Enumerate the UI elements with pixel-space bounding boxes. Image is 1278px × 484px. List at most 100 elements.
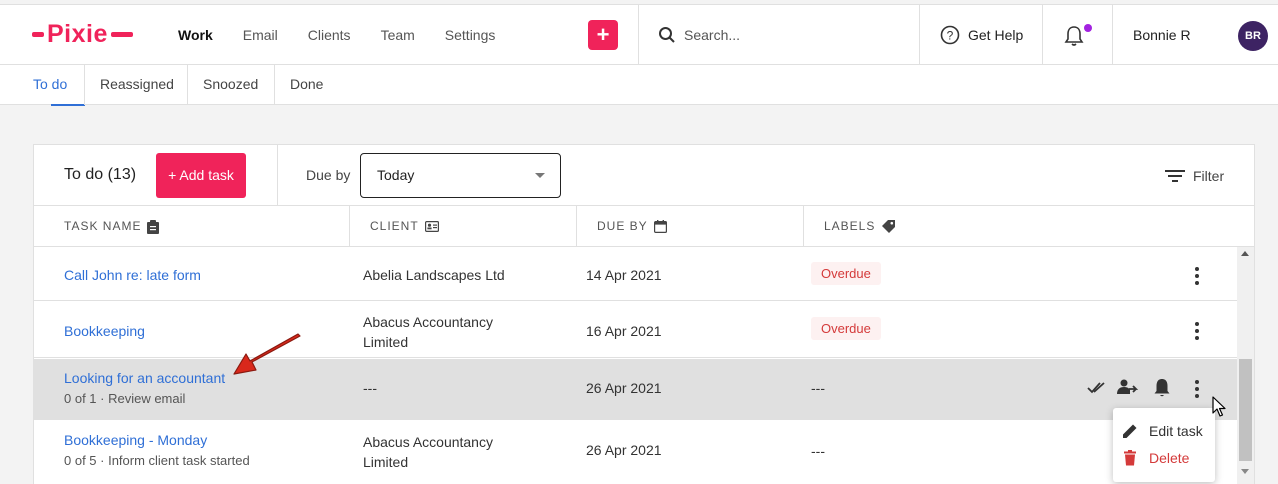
- table-header: TASK NAME CLIENT DUE BY LABELS: [34, 206, 1254, 247]
- add-task-button[interactable]: + Add task: [156, 153, 246, 198]
- edit-task-label: Edit task: [1149, 423, 1203, 439]
- divider: [638, 5, 639, 65]
- task-due-date: 16 Apr 2021: [586, 323, 662, 339]
- table-scrollbar[interactable]: [1237, 247, 1254, 484]
- nav-item-settings[interactable]: Settings: [445, 27, 496, 43]
- tab-done[interactable]: Done: [275, 65, 340, 105]
- task-name-cell: Looking for an accountant 0 of 1 · Revie…: [64, 370, 225, 406]
- divider: [1042, 5, 1043, 65]
- table-row[interactable]: Bookkeeping - Monday 0 of 5 · Inform cli…: [34, 421, 1238, 483]
- more-options-icon[interactable]: [1190, 322, 1204, 342]
- table-row[interactable]: Bookkeeping Abacus Accountancy Limited 1…: [34, 302, 1238, 358]
- tab-to-do[interactable]: To do: [18, 65, 85, 106]
- help-circle-icon: ?: [940, 25, 960, 45]
- more-options-icon[interactable]: [1190, 380, 1204, 400]
- task-name-cell: Bookkeeping - Monday 0 of 5 · Inform cli…: [64, 432, 250, 468]
- column-task-name-label: TASK NAME: [64, 219, 142, 233]
- divider: [1112, 5, 1113, 65]
- table-row[interactable]: Looking for an accountant 0 of 1 · Revie…: [34, 359, 1238, 420]
- search-input[interactable]: [684, 27, 884, 43]
- table-row[interactable]: Call John re: late form Abelia Landscape…: [34, 251, 1238, 301]
- nav-item-team[interactable]: Team: [381, 27, 415, 43]
- reassign-icon[interactable]: [1117, 378, 1139, 396]
- task-toolbar: To do (13) + Add task Due by Today Filte…: [34, 145, 1254, 206]
- scroll-up-arrow-icon[interactable]: [1241, 251, 1249, 256]
- task-client: Abacus Accountancy Limited: [363, 434, 493, 470]
- task-name-link[interactable]: Bookkeeping: [64, 323, 145, 339]
- tab-reassigned[interactable]: Reassigned: [84, 65, 188, 105]
- trash-icon: [1124, 450, 1136, 466]
- divider: [349, 206, 350, 247]
- svg-text:?: ?: [947, 29, 954, 43]
- top-nav-bar: Pixie Work Email Clients Team Settings +…: [0, 4, 1278, 65]
- task-client: Abacus Accountancy Limited: [363, 314, 493, 350]
- due-by-value: Today: [377, 167, 415, 183]
- search-icon: [659, 27, 675, 43]
- divider: [919, 5, 920, 65]
- task-subtitle: 0 of 5 · Inform client task started: [64, 453, 250, 468]
- avatar[interactable]: BR: [1238, 21, 1268, 51]
- mouse-cursor-icon: [1212, 396, 1226, 417]
- tag-icon: [882, 220, 896, 233]
- logo-dash-left: [32, 31, 44, 37]
- column-task-name[interactable]: TASK NAME: [64, 206, 160, 247]
- scroll-down-arrow-icon[interactable]: [1241, 469, 1249, 474]
- task-due-date: 26 Apr 2021: [586, 380, 662, 396]
- chevron-down-icon: [535, 173, 545, 178]
- notification-dot: [1084, 24, 1092, 32]
- delete-menu-item[interactable]: Delete: [1121, 449, 1189, 467]
- logo-text: Pixie: [47, 19, 108, 48]
- bell-icon[interactable]: [1062, 24, 1086, 48]
- task-due-date: 26 Apr 2021: [586, 442, 662, 458]
- tab-snoozed[interactable]: Snoozed: [188, 65, 275, 105]
- divider: [277, 145, 278, 206]
- column-labels[interactable]: LABELS: [824, 206, 896, 247]
- column-labels-label: LABELS: [824, 219, 876, 233]
- annotation-arrow-icon: [233, 333, 301, 375]
- scrollbar-thumb[interactable]: [1239, 359, 1252, 461]
- column-client[interactable]: CLIENT: [370, 206, 439, 247]
- logo-dash-right: [110, 31, 133, 37]
- mark-done-icon[interactable]: [1087, 381, 1107, 395]
- filter-icon: [1165, 169, 1185, 182]
- filter-button[interactable]: Filter: [1165, 145, 1224, 206]
- get-help-button[interactable]: ? Get Help: [940, 5, 1023, 65]
- task-name-link[interactable]: Bookkeeping - Monday: [64, 432, 250, 448]
- snooze-bell-icon[interactable]: [1153, 378, 1171, 398]
- task-name-link[interactable]: Call John re: late form: [64, 267, 201, 283]
- task-client: Abelia Landscapes Ltd: [363, 267, 505, 283]
- column-due-by[interactable]: DUE BY: [597, 206, 667, 247]
- task-due-date: 14 Apr 2021: [586, 267, 662, 283]
- task-client: ---: [363, 380, 377, 396]
- delete-label: Delete: [1149, 450, 1190, 466]
- column-due-by-label: DUE BY: [597, 219, 648, 233]
- edit-task-menu-item[interactable]: Edit task: [1121, 422, 1203, 440]
- main-nav: Work Email Clients Team Settings: [178, 5, 525, 65]
- user-name[interactable]: Bonnie R: [1133, 5, 1191, 65]
- task-labels: ---: [811, 443, 825, 459]
- due-by-select[interactable]: Today: [360, 153, 561, 198]
- task-labels: ---: [811, 380, 825, 396]
- divider: [803, 206, 804, 247]
- due-by-label: Due by: [306, 167, 351, 183]
- nav-item-clients[interactable]: Clients: [308, 27, 351, 43]
- get-help-label: Get Help: [968, 27, 1024, 43]
- task-subtitle: 0 of 1 · Review email: [64, 391, 186, 406]
- task-list-card: To do (13) + Add task Due by Today Filte…: [33, 144, 1255, 484]
- divider: [576, 206, 577, 247]
- nav-item-email[interactable]: Email: [243, 27, 278, 43]
- status-badge: Overdue: [811, 262, 881, 285]
- calendar-icon: [653, 220, 667, 233]
- filter-label: Filter: [1193, 167, 1225, 184]
- column-client-label: CLIENT: [370, 219, 419, 233]
- more-options-icon[interactable]: [1190, 267, 1204, 287]
- quick-add-button[interactable]: +: [588, 20, 618, 50]
- nav-item-work[interactable]: Work: [178, 27, 213, 43]
- todo-count-title: To do (13): [64, 166, 137, 183]
- clipboard-icon: [147, 219, 160, 234]
- pixie-logo[interactable]: Pixie: [32, 17, 133, 51]
- pencil-icon: [1123, 424, 1137, 438]
- status-badge: Overdue: [811, 317, 881, 340]
- task-name-link[interactable]: Looking for an accountant: [64, 370, 225, 386]
- contact-card-icon: [424, 221, 439, 232]
